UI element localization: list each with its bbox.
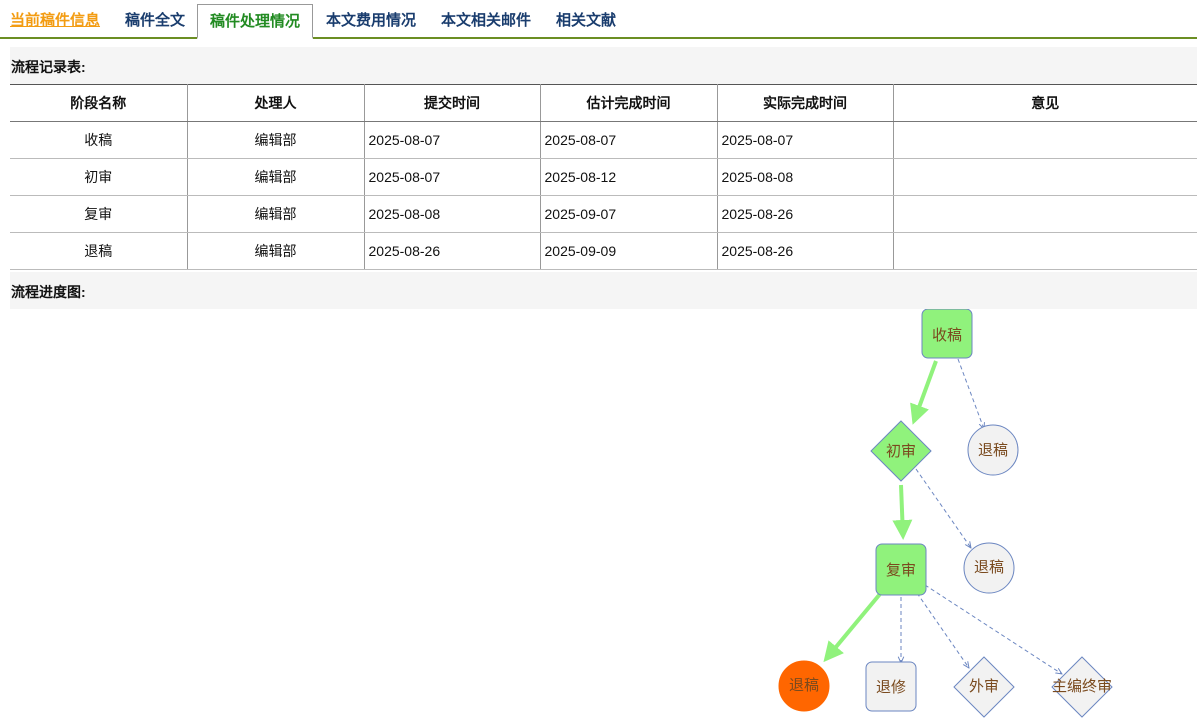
table-row: 退稿 编辑部 2025-08-26 2025-09-09 2025-08-26 — [10, 232, 1197, 270]
node-label: 收稿 — [932, 327, 962, 344]
cell-estimated-time: 2025-08-12 — [540, 158, 718, 196]
tab-related-emails[interactable]: 本文相关邮件 — [441, 0, 531, 39]
edge-receive-to-reject — [957, 358, 984, 429]
table-row: 初审 编辑部 2025-08-07 2025-08-12 2025-08-08 — [10, 158, 1197, 196]
column-header-actual-time: 实际完成时间 — [717, 84, 894, 122]
node-label: 退修 — [876, 679, 906, 696]
node-label: 主编终审 — [1052, 678, 1112, 695]
flow-node-reject-2: 退稿 — [963, 542, 1015, 594]
record-table: 阶段名称 处理人 提交时间 估计完成时间 实际完成时间 意见 收稿 编辑部 20… — [10, 84, 1197, 270]
edges — [823, 358, 1062, 674]
flow-node-external-review: 外审 — [953, 656, 1015, 718]
cell-actual-time: 2025-08-07 — [717, 121, 894, 159]
column-header-submit-time: 提交时间 — [364, 84, 541, 122]
cell-handler: 编辑部 — [187, 232, 365, 270]
cell-submit-time: 2025-08-26 — [364, 232, 541, 270]
progress-diagram: 收稿 退稿 初审 退稿 复审 退稿 退修 外审 主编终审 — [778, 309, 1113, 718]
cell-actual-time: 2025-08-26 — [717, 195, 894, 233]
flow-node-chief-final-review: 主编终审 — [1051, 656, 1113, 718]
node-label: 退稿 — [789, 677, 819, 694]
tab-processing-status[interactable]: 稿件处理情况 — [197, 4, 314, 39]
table-header-row: 阶段名称 处理人 提交时间 估计完成时间 实际完成时间 意见 — [10, 84, 1197, 122]
tab-current-manuscript-info[interactable]: 当前稿件信息 — [10, 0, 100, 39]
cell-opinion — [893, 121, 1197, 159]
flow-node-receive: 收稿 — [921, 309, 973, 359]
progress-chart-title: 流程进度图: — [10, 272, 1197, 309]
flow-node-second-review: 复审 — [875, 543, 927, 596]
flow-node-revise: 退修 — [865, 661, 917, 712]
tab-fee-status[interactable]: 本文费用情况 — [326, 0, 416, 39]
node-label: 退稿 — [974, 559, 1004, 576]
flow-node-reject-current: 退稿 — [778, 660, 830, 712]
cell-opinion — [893, 158, 1197, 196]
node-label: 退稿 — [978, 442, 1008, 459]
column-header-estimated-time: 估计完成时间 — [540, 84, 718, 122]
cell-stage: 收稿 — [10, 121, 188, 159]
cell-stage: 退稿 — [10, 232, 188, 270]
cell-estimated-time: 2025-09-07 — [540, 195, 718, 233]
edge-second-to-chief — [924, 584, 1062, 674]
record-table-title: 流程记录表: — [10, 47, 1197, 84]
table-row: 收稿 编辑部 2025-08-07 2025-08-07 2025-08-07 — [10, 121, 1197, 159]
cell-handler: 编辑部 — [187, 121, 365, 159]
column-header-opinion: 意见 — [893, 84, 1197, 122]
cell-opinion — [893, 232, 1197, 270]
edge-initial-to-second — [892, 484, 913, 540]
cell-estimated-time: 2025-09-09 — [540, 232, 718, 270]
cell-stage: 复审 — [10, 195, 188, 233]
node-label: 外审 — [969, 678, 999, 695]
edge-second-to-reject — [823, 592, 882, 663]
table-row: 复审 编辑部 2025-08-08 2025-09-07 2025-08-26 — [10, 195, 1197, 233]
cell-submit-time: 2025-08-08 — [364, 195, 541, 233]
cell-actual-time: 2025-08-26 — [717, 232, 894, 270]
edge-second-to-external — [916, 592, 969, 668]
node-label: 复审 — [886, 561, 916, 579]
cell-estimated-time: 2025-08-07 — [540, 121, 718, 159]
edge-initial-to-reject — [915, 468, 971, 548]
flow-node-initial-review: 初审 — [870, 420, 932, 482]
cell-handler: 编辑部 — [187, 158, 365, 196]
flow-node-reject-1: 退稿 — [967, 424, 1019, 476]
edge-receive-to-initial — [910, 360, 938, 425]
tab-full-text[interactable]: 稿件全文 — [125, 0, 185, 39]
tab-related-literature[interactable]: 相关文献 — [556, 0, 616, 39]
cell-opinion — [893, 195, 1197, 233]
cell-actual-time: 2025-08-08 — [717, 158, 894, 196]
cell-submit-time: 2025-08-07 — [364, 158, 541, 196]
cell-stage: 初审 — [10, 158, 188, 196]
column-header-stage: 阶段名称 — [10, 84, 188, 122]
node-label: 初审 — [886, 443, 916, 460]
column-header-handler: 处理人 — [187, 84, 365, 122]
tab-bar: 当前稿件信息 稿件全文 稿件处理情况 本文费用情况 本文相关邮件 相关文献 — [0, 0, 1197, 39]
cell-handler: 编辑部 — [187, 195, 365, 233]
cell-submit-time: 2025-08-07 — [364, 121, 541, 159]
